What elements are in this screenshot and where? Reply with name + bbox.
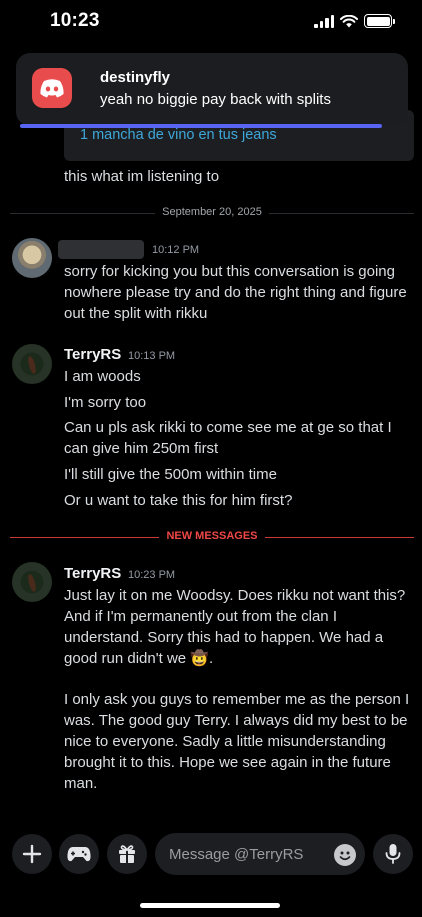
gift-icon [119,845,135,863]
avatar[interactable] [12,344,52,384]
wifi-icon [340,14,358,27]
notification-title: destinyfly [100,69,171,86]
add-attachment-button[interactable] [12,834,52,874]
notification-banner[interactable]: destinyfly yeah no biggie pay back with … [16,53,408,126]
avatar[interactable] [12,562,52,602]
notification-progress-bar [20,124,382,128]
home-indicator[interactable] [140,903,280,908]
message-text: I only ask you guys to remember me as th… [64,691,410,792]
message-text: I'm sorry too [64,394,147,411]
microphone-icon [385,844,401,864]
gamepad-icon [67,847,91,862]
message-text: Can u pls ask rikki to come see me at ge… [64,419,392,457]
avatar[interactable] [12,238,52,278]
new-messages-label: NEW MESSAGES [159,530,265,542]
status-icons [314,14,395,28]
message-author[interactable]: TerryRS [64,565,121,582]
new-messages-divider: NEW MESSAGES [10,530,414,544]
message-text: Just lay it on me Woodsy. Does rikku not… [64,587,406,667]
gift-button[interactable] [107,834,147,874]
emoji-icon [339,851,351,861]
discord-logo-icon [32,68,72,108]
embed-link[interactable]: 1 mancha de vino en tus jeans [80,127,277,143]
message-text: sorry for kicking you but this conversat… [64,263,407,322]
notification-body: yeah no biggie pay back with splits [100,91,331,108]
emoji-button[interactable] [334,844,356,866]
message-text: I am woods [64,368,141,385]
message-text: Or u want to take this for him first? [64,492,293,509]
voice-message-button[interactable] [373,834,413,874]
battery-icon [364,14,395,28]
message-text: this what im listening to [64,168,220,185]
message-timestamp: 10:12 PM [152,244,200,256]
status-time: 10:23 [50,10,100,31]
cellular-signal-icon [314,14,334,28]
message-text: I'll still give the 500m within time [64,466,277,483]
status-bar: 10:23 [0,0,422,46]
activities-button[interactable] [59,834,99,874]
redacted-username [58,240,144,259]
date-divider-label: September 20, 2025 [155,206,269,218]
message-timestamp: 10:13 PM [128,350,176,362]
plus-icon [22,844,42,864]
date-divider: September 20, 2025 [10,206,414,220]
message-author[interactable]: TerryRS [64,346,121,363]
message-timestamp: 10:23 PM [128,569,176,581]
